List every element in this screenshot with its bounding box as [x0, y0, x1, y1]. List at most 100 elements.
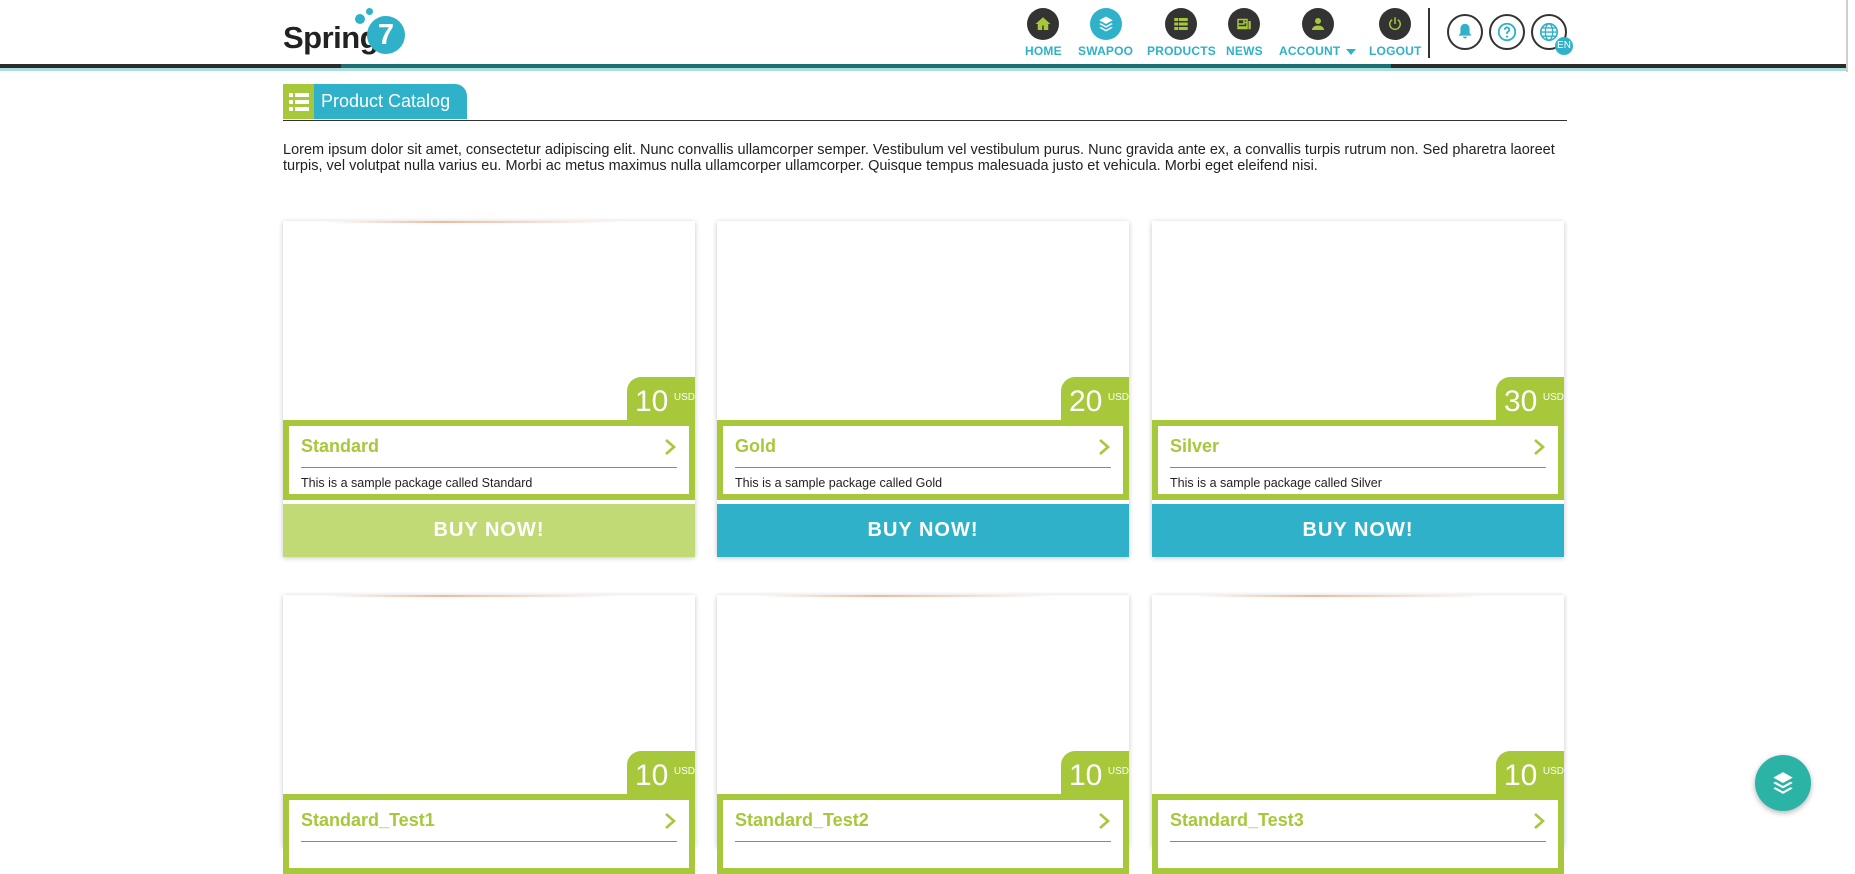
card-body: Standard This is a sample package called… — [283, 420, 695, 500]
product-card-silver: 30 USD Silver This is a sample package c… — [1152, 221, 1564, 557]
price-tag: 10 USD — [627, 751, 695, 795]
chevron-right-icon[interactable] — [1532, 438, 1546, 456]
card-body: Standard_Test3 — [1152, 794, 1564, 874]
price-value: 10 — [635, 385, 669, 418]
swapoo-fab-button[interactable] — [1755, 755, 1811, 811]
card-body: Standard_Test1 — [283, 794, 695, 874]
divider — [735, 841, 1111, 842]
header-border-light — [0, 68, 1848, 71]
divider — [1170, 467, 1546, 468]
price-currency: USD — [673, 766, 695, 777]
card-image — [323, 595, 623, 597]
divider — [301, 467, 677, 468]
price-value: 30 — [1504, 385, 1538, 418]
nav-products[interactable]: PRODUCTS — [1147, 8, 1216, 58]
chevron-right-icon[interactable] — [663, 812, 677, 830]
price-currency: USD — [673, 392, 695, 403]
card-body: Silver This is a sample package called S… — [1152, 420, 1564, 500]
section-tab: Product Catalog — [283, 84, 467, 119]
card-body: Standard_Test2 — [717, 794, 1129, 874]
nav-home-label: HOME — [1025, 44, 1062, 58]
product-name: Silver — [1170, 436, 1220, 456]
product-card-standard-test3: 10 USD Standard_Test3 — [1152, 595, 1564, 874]
nav-news-label: NEWS — [1226, 44, 1263, 58]
card-inner: Standard_Test1 — [289, 800, 689, 868]
nav-account-label: ACCOUNT — [1279, 44, 1357, 58]
card-inner: Standard_Test3 — [1158, 800, 1558, 868]
top-header: Spring 7 HOME SWAPOO PRODUCTS NEWS ACCOU… — [0, 0, 1848, 72]
swapoo-icon — [1773, 772, 1793, 794]
nav-logout[interactable]: LOGOUT — [1369, 8, 1422, 58]
spring7-logo[interactable]: Spring 7 — [283, 6, 408, 58]
product-card-standard: 10 USD Standard This is a sample package… — [283, 221, 695, 557]
product-card-standard-test2: 10 USD Standard_Test2 — [717, 595, 1129, 874]
logo-dot — [366, 8, 373, 15]
newspaper-icon — [1228, 8, 1261, 40]
product-description: This is a sample package called Gold — [735, 476, 943, 490]
nav-home[interactable]: HOME — [1025, 8, 1062, 58]
product-name: Standard — [301, 436, 380, 456]
price-value: 10 — [1069, 759, 1103, 792]
price-tag: 10 USD — [1061, 751, 1129, 795]
price-value: 20 — [1069, 385, 1103, 418]
home-icon — [1027, 8, 1060, 40]
product-name: Standard_Test3 — [1170, 810, 1304, 830]
product-name: Standard_Test2 — [735, 810, 869, 830]
price-currency: USD — [1107, 392, 1129, 403]
divider — [1170, 841, 1546, 842]
intro-text: Lorem ipsum dolor sit amet, consectetur … — [283, 142, 1555, 174]
grid-icon — [1165, 8, 1198, 40]
logo-badge: 7 — [367, 16, 405, 54]
chevron-right-icon[interactable] — [1097, 438, 1111, 456]
chevron-right-icon[interactable] — [1532, 812, 1546, 830]
product-card-standard-test1: 10 USD Standard_Test1 — [283, 595, 695, 874]
logo-dot — [355, 14, 365, 24]
buy-now-button[interactable]: BUY NOW! — [283, 504, 695, 557]
card-body: Gold This is a sample package called Gol… — [717, 420, 1129, 500]
price-tag: 10 USD — [627, 377, 695, 421]
card-image — [323, 221, 623, 223]
card-image — [757, 595, 1057, 597]
product-description: This is a sample package called Silver — [1170, 476, 1382, 490]
price-currency: USD — [1542, 392, 1564, 403]
chevron-right-icon[interactable] — [1097, 812, 1111, 830]
list-icon — [283, 84, 314, 119]
product-description: This is a sample package called Standard — [301, 476, 533, 490]
price-currency: USD — [1542, 766, 1564, 777]
divider — [735, 467, 1111, 468]
help-button[interactable] — [1489, 14, 1525, 50]
nav-account-text: ACCOUNT — [1279, 44, 1341, 58]
buy-now-button[interactable]: BUY NOW! — [1152, 504, 1564, 557]
notifications-button[interactable] — [1447, 14, 1483, 50]
nav-divider — [1428, 8, 1430, 58]
divider — [301, 841, 677, 842]
product-card-gold: 20 USD Gold This is a sample package cal… — [717, 221, 1129, 557]
card-inner: Silver This is a sample package called S… — [1158, 426, 1558, 494]
logo-text: Spring — [283, 20, 379, 55]
product-name: Gold — [735, 436, 776, 456]
price-value: 10 — [1504, 759, 1538, 792]
price-tag: 10 USD — [1496, 751, 1564, 795]
chevron-down-icon — [1346, 48, 1357, 55]
card-inner: Standard_Test2 — [723, 800, 1123, 868]
nav-products-label: PRODUCTS — [1147, 44, 1216, 58]
chevron-right-icon[interactable] — [663, 438, 677, 456]
nav-logout-label: LOGOUT — [1369, 44, 1422, 58]
swapoo-icon — [1089, 8, 1122, 40]
header-edge — [1846, 0, 1848, 72]
power-icon — [1379, 8, 1412, 40]
nav-account[interactable]: ACCOUNT — [1279, 8, 1357, 58]
price-value: 10 — [635, 759, 669, 792]
card-inner: Standard This is a sample package called… — [289, 426, 689, 494]
nav-swapoo[interactable]: SWAPOO — [1078, 8, 1133, 58]
bell-icon — [1458, 23, 1472, 39]
nav-news[interactable]: NEWS — [1226, 8, 1263, 58]
price-currency: USD — [1107, 766, 1129, 777]
price-tag: 30 USD — [1496, 377, 1564, 421]
price-tag: 20 USD — [1061, 377, 1129, 421]
question-icon — [1497, 22, 1517, 42]
language-badge: EN — [1555, 37, 1573, 55]
buy-now-button[interactable]: BUY NOW! — [717, 504, 1129, 557]
person-icon — [1301, 8, 1334, 40]
section-header: Product Catalog — [283, 84, 1567, 121]
